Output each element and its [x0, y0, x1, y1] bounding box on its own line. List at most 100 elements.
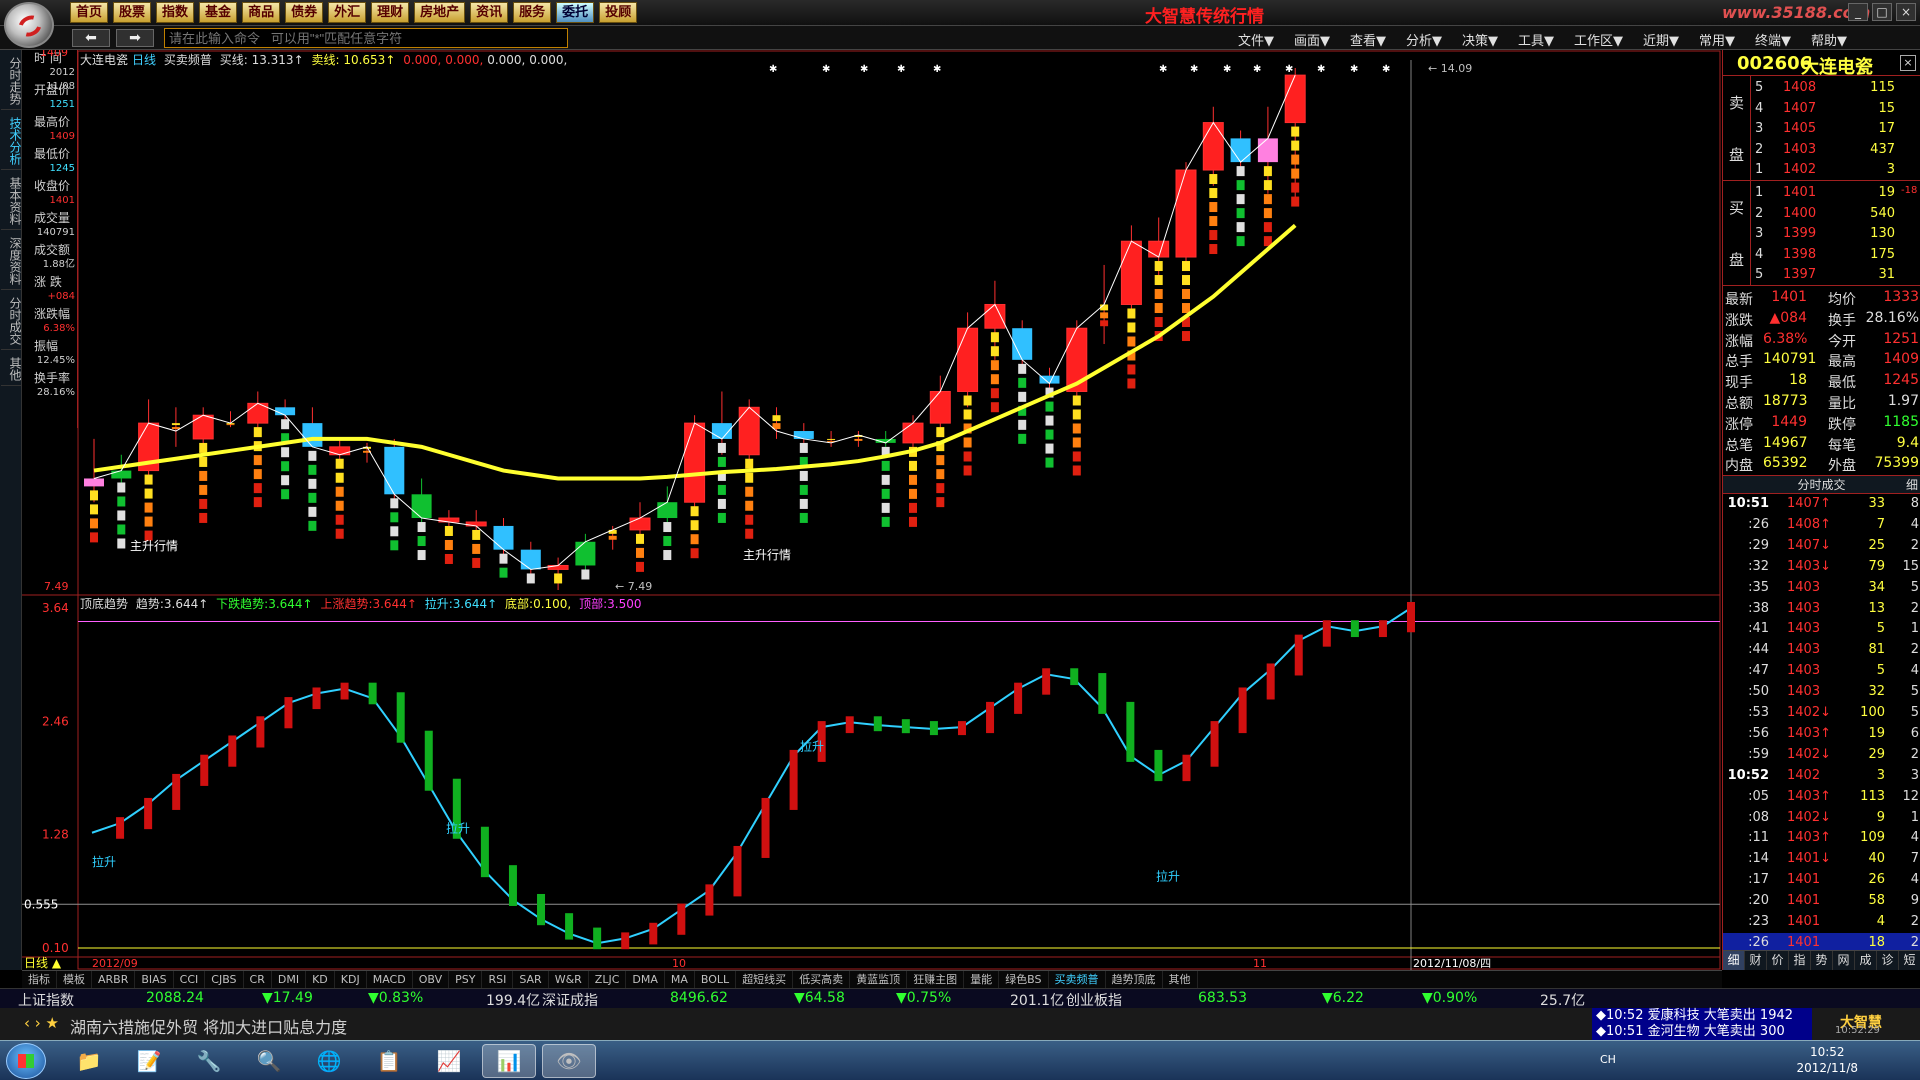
- indicator-tab[interactable]: BOLL: [695, 971, 737, 988]
- nav-button[interactable]: 房地产: [414, 2, 466, 23]
- candle[interactable]: [957, 312, 979, 476]
- buy-level-row[interactable]: 3 1399 130: [1753, 224, 1919, 245]
- indicator-tab[interactable]: ZLJC: [589, 971, 627, 988]
- indicator-tab[interactable]: 超短线买: [736, 971, 794, 988]
- candle[interactable]: [711, 391, 732, 523]
- candle[interactable]: [854, 431, 863, 447]
- tray-clock[interactable]: 10:52 2012/11/8: [1796, 1044, 1858, 1076]
- app-logo[interactable]: [4, 2, 54, 48]
- candle[interactable]: [84, 438, 104, 543]
- panel-tab[interactable]: 指: [1789, 951, 1811, 970]
- tools-icon[interactable]: 🔧: [182, 1044, 236, 1078]
- nav-button[interactable]: 资讯: [470, 2, 509, 23]
- tick-row[interactable]: :38 1403 13 2: [1723, 599, 1920, 620]
- tick-row[interactable]: :56 1403↑ 19 6: [1723, 724, 1920, 745]
- nav-button[interactable]: 服务: [513, 2, 552, 23]
- tick-row[interactable]: 10:52 1402 3 3: [1723, 766, 1920, 787]
- language-indicator[interactable]: CH: [1600, 1053, 1616, 1066]
- buy-level-row[interactable]: 2 1400 540: [1753, 204, 1919, 225]
- nav-button[interactable]: 债券: [285, 2, 324, 23]
- tick-row[interactable]: :08 1402↓ 9 1: [1723, 808, 1920, 829]
- candle[interactable]: [192, 407, 214, 523]
- indicator-tab[interactable]: 狂赚主图: [907, 971, 965, 988]
- index-name[interactable]: 上证指数: [18, 990, 74, 1010]
- indicator-tab[interactable]: DMA: [626, 971, 665, 988]
- dzh-app-icon[interactable]: 📊: [482, 1044, 536, 1078]
- buy-level-row[interactable]: 4 1398 175: [1753, 245, 1919, 266]
- tick-row[interactable]: :17 1401 26 4: [1723, 870, 1920, 891]
- word-icon[interactable]: 📝: [122, 1044, 176, 1078]
- tick-row[interactable]: :26 1408↑ 7 4: [1723, 515, 1920, 536]
- tick-row[interactable]: :50 1403 32 5: [1723, 682, 1920, 703]
- tick-row[interactable]: :20 1401 58 9: [1723, 891, 1920, 912]
- indicator-tab[interactable]: W&R: [549, 971, 589, 988]
- panel-tab[interactable]: 价: [1767, 951, 1789, 970]
- candle[interactable]: [1230, 130, 1251, 247]
- candle[interactable]: [171, 407, 180, 447]
- indicator-tab[interactable]: KD: [306, 971, 335, 988]
- candle[interactable]: [1202, 106, 1224, 255]
- candle[interactable]: [438, 510, 460, 564]
- panel-tab[interactable]: 财: [1745, 951, 1767, 970]
- tick-row[interactable]: :53 1402↓ 100 5: [1723, 703, 1920, 724]
- indicator-tab[interactable]: 其他: [1163, 971, 1198, 988]
- nav-button[interactable]: 外汇: [328, 2, 367, 23]
- index-name[interactable]: 创业板指: [1066, 990, 1122, 1010]
- indicator-tab[interactable]: DMI: [272, 971, 307, 988]
- menu-item[interactable]: 文件▼: [1238, 30, 1274, 49]
- sell-level-row[interactable]: 3 1405 17: [1753, 119, 1919, 140]
- menu-item[interactable]: 画面▼: [1294, 30, 1330, 49]
- indicator-tab[interactable]: PSY: [449, 971, 483, 988]
- sell-level-row[interactable]: 1 1402 3: [1753, 160, 1919, 181]
- close-icon[interactable]: ×: [1900, 55, 1916, 71]
- alert-box[interactable]: ◆10:52 爱康科技 大笔卖出 1942 ◆10:51 金河生物 大笔卖出 3…: [1592, 1008, 1812, 1040]
- candle[interactable]: [1066, 320, 1088, 476]
- tick-row[interactable]: :23 1401 4 2: [1723, 912, 1920, 933]
- forward-arrow-icon[interactable]: ➡: [116, 29, 154, 47]
- indicator-tab[interactable]: ARBR: [92, 971, 136, 988]
- tick-row[interactable]: :59 1402↓ 29 2: [1723, 745, 1920, 766]
- panel-tab[interactable]: 成: [1855, 951, 1877, 970]
- indicator-tab[interactable]: BIAS: [135, 971, 174, 988]
- candle[interactable]: [520, 541, 541, 584]
- indicator-tab[interactable]: 买卖频普: [1049, 971, 1106, 988]
- nav-button[interactable]: 指数: [156, 2, 195, 23]
- detail-button[interactable]: 细: [1906, 476, 1918, 494]
- back-arrow-icon[interactable]: ⬅: [72, 29, 110, 47]
- notes-icon[interactable]: 📋: [362, 1044, 416, 1078]
- candle[interactable]: [657, 486, 678, 561]
- tick-row[interactable]: :44 1403 81 2: [1723, 640, 1920, 661]
- panel-tab[interactable]: 诊: [1877, 951, 1899, 970]
- candle[interactable]: [629, 502, 651, 572]
- tick-row[interactable]: :11 1403↑ 109 4: [1723, 828, 1920, 849]
- indicator-tab[interactable]: CCI: [174, 971, 206, 988]
- close-icon[interactable]: ×: [1896, 3, 1916, 21]
- indicator-tab[interactable]: CR: [244, 971, 272, 988]
- menu-item[interactable]: 近期▼: [1643, 30, 1679, 49]
- nav-button[interactable]: 股票: [113, 2, 152, 23]
- menu-item[interactable]: 分析▼: [1406, 30, 1442, 49]
- nav-button[interactable]: 委托: [556, 2, 595, 23]
- sell-level-row[interactable]: 2 1403 437: [1753, 140, 1919, 161]
- indicator-tab[interactable]: 量能: [964, 971, 1000, 988]
- menu-item[interactable]: 工作区▼: [1574, 30, 1623, 49]
- search-icon[interactable]: 🔍: [242, 1044, 296, 1078]
- indicator-tab[interactable]: MACD: [367, 971, 413, 988]
- candle[interactable]: [275, 399, 296, 500]
- indicator-tab[interactable]: 低买高卖: [793, 971, 851, 988]
- candle[interactable]: [827, 431, 836, 447]
- candle[interactable]: [302, 407, 323, 531]
- index-name[interactable]: 深证成指: [542, 990, 598, 1010]
- panel-tab[interactable]: 网: [1833, 951, 1855, 970]
- minimize-icon[interactable]: _: [1848, 3, 1868, 21]
- candle[interactable]: [1284, 68, 1306, 207]
- indicator-tab[interactable]: RSI: [482, 971, 514, 988]
- indicator-tab[interactable]: 黄蓝监顶: [850, 971, 908, 988]
- indicator-tab[interactable]: CJBS: [205, 971, 244, 988]
- candle[interactable]: [329, 438, 351, 539]
- sell-level-row[interactable]: 4 1407 15: [1753, 99, 1919, 120]
- menu-item[interactable]: 终端▼: [1755, 30, 1791, 49]
- buy-level-row[interactable]: 1 1401 19 -18: [1753, 183, 1919, 204]
- main-chart[interactable]: 14097.49← 14.09← 7.49主升行情主升行情✱ ✱ ✱ ✱ ✱ ✱ ✱ ✱ ✱ ✱ ✱…: [0, 50, 1722, 970]
- indicator-tab[interactable]: MA: [665, 971, 695, 988]
